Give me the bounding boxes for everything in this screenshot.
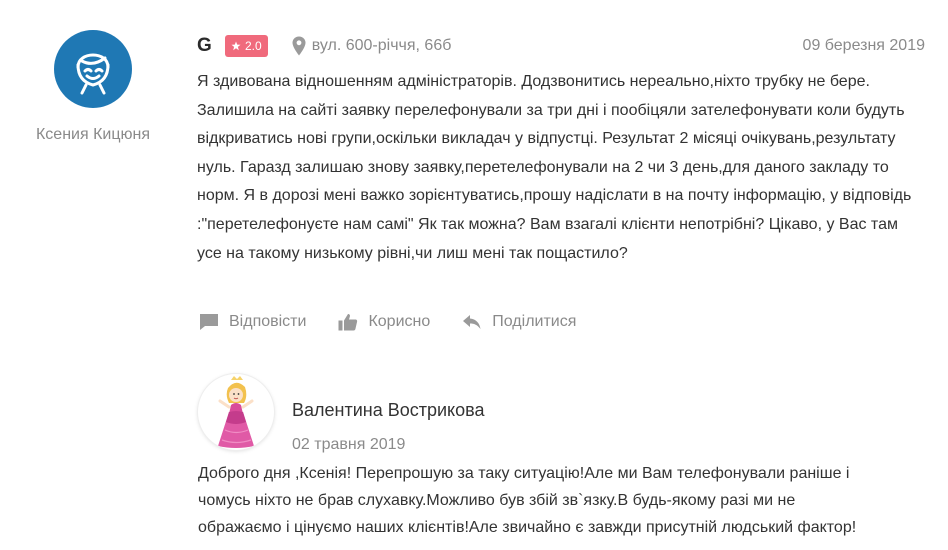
location-pin-icon xyxy=(292,36,306,56)
thumbs-up-icon xyxy=(338,314,358,331)
reply-author-name[interactable]: Валентина Вострикова xyxy=(292,400,485,421)
share-button-label: Поділитися xyxy=(492,313,577,330)
review-actions: Відповісти Корисно Поділитися xyxy=(199,313,608,331)
reply-date: 02 травня 2019 xyxy=(292,436,406,453)
star-icon xyxy=(231,41,241,51)
review-author-name[interactable]: Ксения Кицюня xyxy=(18,126,168,144)
google-icon: G xyxy=(197,35,212,56)
review-date: 09 березня 2019 xyxy=(802,37,925,54)
useful-button[interactable]: Корисно xyxy=(338,313,430,331)
reply-card: Валентина Вострикова 02 травня 2019 Добр… xyxy=(0,360,948,550)
rating-badge: 2.0 xyxy=(225,35,268,57)
reply-button-label: Відповісти xyxy=(229,313,307,330)
princess-illustration xyxy=(218,376,254,448)
reply-avatar[interactable] xyxy=(198,374,274,450)
smiling-face-icon xyxy=(76,53,110,95)
share-button[interactable]: Поділитися xyxy=(462,313,576,331)
address: вул. 600-річчя, 66б xyxy=(292,36,452,56)
address-text: вул. 600-річчя, 66б xyxy=(311,37,452,54)
useful-button-label: Корисно xyxy=(368,313,431,330)
review-author: Ксения Кицюня xyxy=(18,30,168,144)
review-card: Ксения Кицюня G 2.0 вул. 600-річчя, 66б … xyxy=(0,0,948,360)
review-text: Я здивована відношенням адміністраторів.… xyxy=(197,73,912,262)
share-arrow-icon xyxy=(463,315,481,329)
review-meta: G 2.0 вул. 600-річчя, 66б 09 березня 201… xyxy=(197,34,925,58)
reply-text: Доброго дня ,Ксенія! Перепрошую за таку … xyxy=(198,465,857,536)
comment-icon xyxy=(200,314,218,330)
reply-button[interactable]: Відповісти xyxy=(199,313,306,331)
avatar[interactable] xyxy=(54,30,132,108)
rating-value: 2.0 xyxy=(245,39,262,53)
